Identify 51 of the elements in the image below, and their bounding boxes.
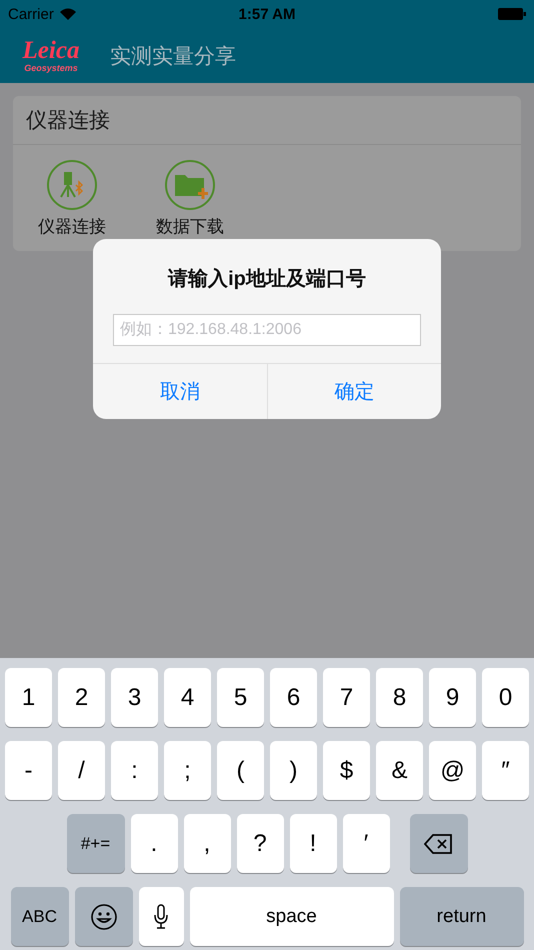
delete-key[interactable] bbox=[410, 814, 468, 873]
key[interactable]: 6 bbox=[270, 668, 317, 727]
key[interactable]: 0 bbox=[482, 668, 529, 727]
key[interactable]: / bbox=[58, 741, 105, 800]
clock: 1:57 AM bbox=[238, 6, 296, 22]
backspace-icon bbox=[424, 832, 454, 854]
microphone-icon bbox=[153, 904, 169, 930]
key[interactable]: 2 bbox=[58, 668, 105, 727]
key[interactable]: 8 bbox=[376, 668, 423, 727]
key[interactable]: ′ bbox=[342, 814, 390, 873]
smiley-icon bbox=[90, 902, 118, 930]
battery-icon bbox=[498, 8, 526, 20]
key[interactable]: ( bbox=[217, 741, 264, 800]
key[interactable]: $ bbox=[323, 741, 370, 800]
key[interactable]: ! bbox=[290, 814, 336, 873]
key[interactable]: 3 bbox=[111, 668, 158, 727]
emoji-key[interactable] bbox=[74, 887, 132, 946]
key[interactable]: ″ bbox=[482, 741, 529, 800]
dialog-button[interactable]: 取消 bbox=[93, 364, 266, 419]
key[interactable]: 1 bbox=[5, 668, 52, 727]
key[interactable]: , bbox=[184, 814, 230, 873]
nav-title: 实测实量分享 bbox=[110, 44, 236, 70]
key[interactable]: #+= bbox=[66, 814, 124, 873]
key[interactable]: ABC bbox=[10, 887, 68, 946]
key[interactable]: - bbox=[5, 741, 52, 800]
logo-wordmark: Leica bbox=[22, 38, 80, 62]
wifi-icon bbox=[60, 8, 76, 20]
dialog-title: 请输入ip地址及端口号 bbox=[166, 267, 367, 292]
return-key[interactable]: return bbox=[400, 887, 524, 946]
key[interactable]: 5 bbox=[217, 668, 264, 727]
key[interactable]: 7 bbox=[323, 668, 370, 727]
dialog-button[interactable]: 确定 bbox=[266, 364, 441, 419]
key[interactable]: 4 bbox=[164, 668, 211, 727]
carrier-label: Carrier bbox=[8, 6, 54, 22]
folder-plus-icon bbox=[164, 159, 216, 211]
key[interactable]: ; bbox=[164, 741, 211, 800]
survey-instrument-icon bbox=[46, 159, 98, 211]
menu-item[interactable]: 数据下载 bbox=[156, 159, 224, 238]
menu-item[interactable]: 仪器连接 bbox=[38, 159, 106, 238]
key[interactable]: : bbox=[111, 741, 158, 800]
key[interactable]: ? bbox=[236, 814, 284, 873]
key[interactable]: . bbox=[130, 814, 178, 873]
microphone-key[interactable] bbox=[138, 887, 184, 946]
key[interactable]: & bbox=[376, 741, 423, 800]
key[interactable]: ) bbox=[270, 741, 317, 800]
input-field[interactable]: 例如：192.168.48.1:2006 bbox=[113, 314, 421, 346]
space-key[interactable]: space bbox=[190, 887, 394, 946]
card-title: 仪器连接 bbox=[13, 96, 521, 145]
key[interactable]: 9 bbox=[429, 668, 476, 727]
logo-subtitle: Geosystems bbox=[24, 62, 78, 72]
key[interactable]: @ bbox=[429, 741, 476, 800]
